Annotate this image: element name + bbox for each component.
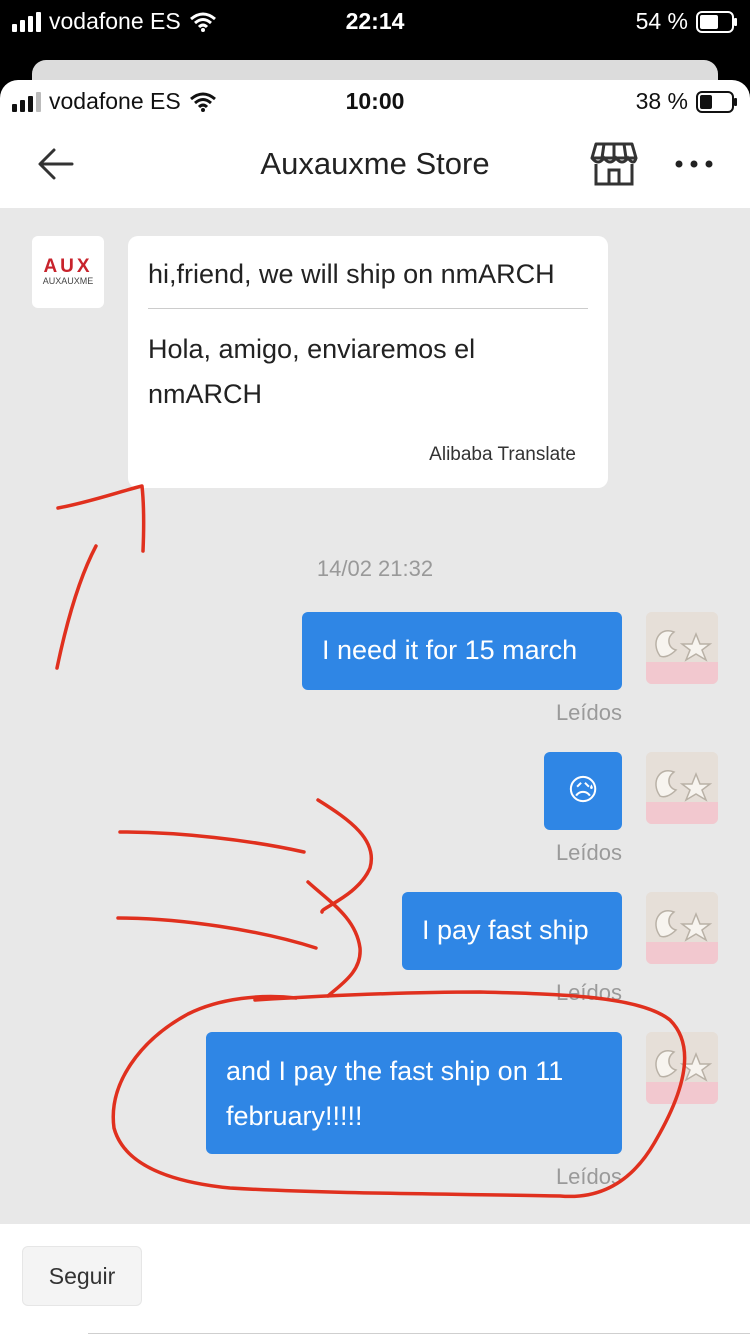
app-screen: vodafone ES 10:00 38 % Auxauxme Store AU…: [0, 80, 750, 1334]
battery-icon: [696, 90, 738, 113]
outer-status-bar: vodafone ES 22:14 54 %: [0, 0, 750, 44]
bottom-bar: Seguir: [0, 1224, 750, 1334]
message-translation: Hola, amigo, enviaremos el nmARCH: [148, 334, 476, 409]
more-button[interactable]: [672, 150, 716, 178]
user-avatar[interactable]: [646, 612, 718, 684]
battery-icon: [696, 10, 738, 33]
message-original: hi,friend, we will ship on nmARCH: [148, 254, 588, 309]
more-dots-icon: [675, 160, 713, 168]
read-status: Leídos: [555, 1164, 622, 1189]
store-button[interactable]: [588, 138, 640, 190]
incoming-message[interactable]: hi,friend, we will ship on nmARCH Hola, …: [128, 236, 608, 488]
chat-area[interactable]: AUX AUXAUXME hi,friend, we will ship on …: [0, 208, 750, 1224]
outer-battery: 54 %: [636, 8, 738, 35]
outgoing-message[interactable]: 😥: [544, 752, 622, 830]
outgoing-message[interactable]: I pay fast ship: [402, 892, 622, 970]
inner-battery: 38 %: [636, 88, 738, 115]
sad-emoji: 😥: [567, 773, 599, 808]
avatar-image: [646, 892, 718, 964]
storefront-icon: [590, 142, 638, 186]
inner-status-bar: vodafone ES 10:00 38 %: [0, 80, 750, 120]
avatar-image: [646, 1032, 718, 1104]
avatar-image: [646, 752, 718, 824]
chat-header: Auxauxme Store: [0, 120, 750, 208]
shop-logo-subtext: AUXAUXME: [42, 275, 94, 286]
follow-button[interactable]: Seguir: [22, 1246, 142, 1306]
outer-battery-label: 54 %: [635, 8, 688, 34]
shop-logo-text: AUX: [43, 255, 93, 277]
inner-battery-label: 38 %: [635, 88, 688, 114]
read-status: Leídos: [555, 840, 622, 865]
outgoing-message[interactable]: and I pay the fast ship on 11 february!!…: [206, 1032, 622, 1154]
user-avatar[interactable]: [646, 752, 718, 824]
user-avatar[interactable]: [646, 892, 718, 964]
message-timestamp: 14/02 21:32: [316, 556, 434, 581]
read-status: Leídos: [555, 700, 622, 725]
shop-avatar[interactable]: AUX AUXAUXME: [32, 236, 104, 308]
avatar-image: [646, 612, 718, 684]
read-status: Leídos: [555, 980, 622, 1005]
translation-source: Alibaba Translate: [429, 444, 576, 465]
outgoing-message[interactable]: I need it for 15 march: [302, 612, 622, 690]
user-avatar[interactable]: [646, 1032, 718, 1104]
